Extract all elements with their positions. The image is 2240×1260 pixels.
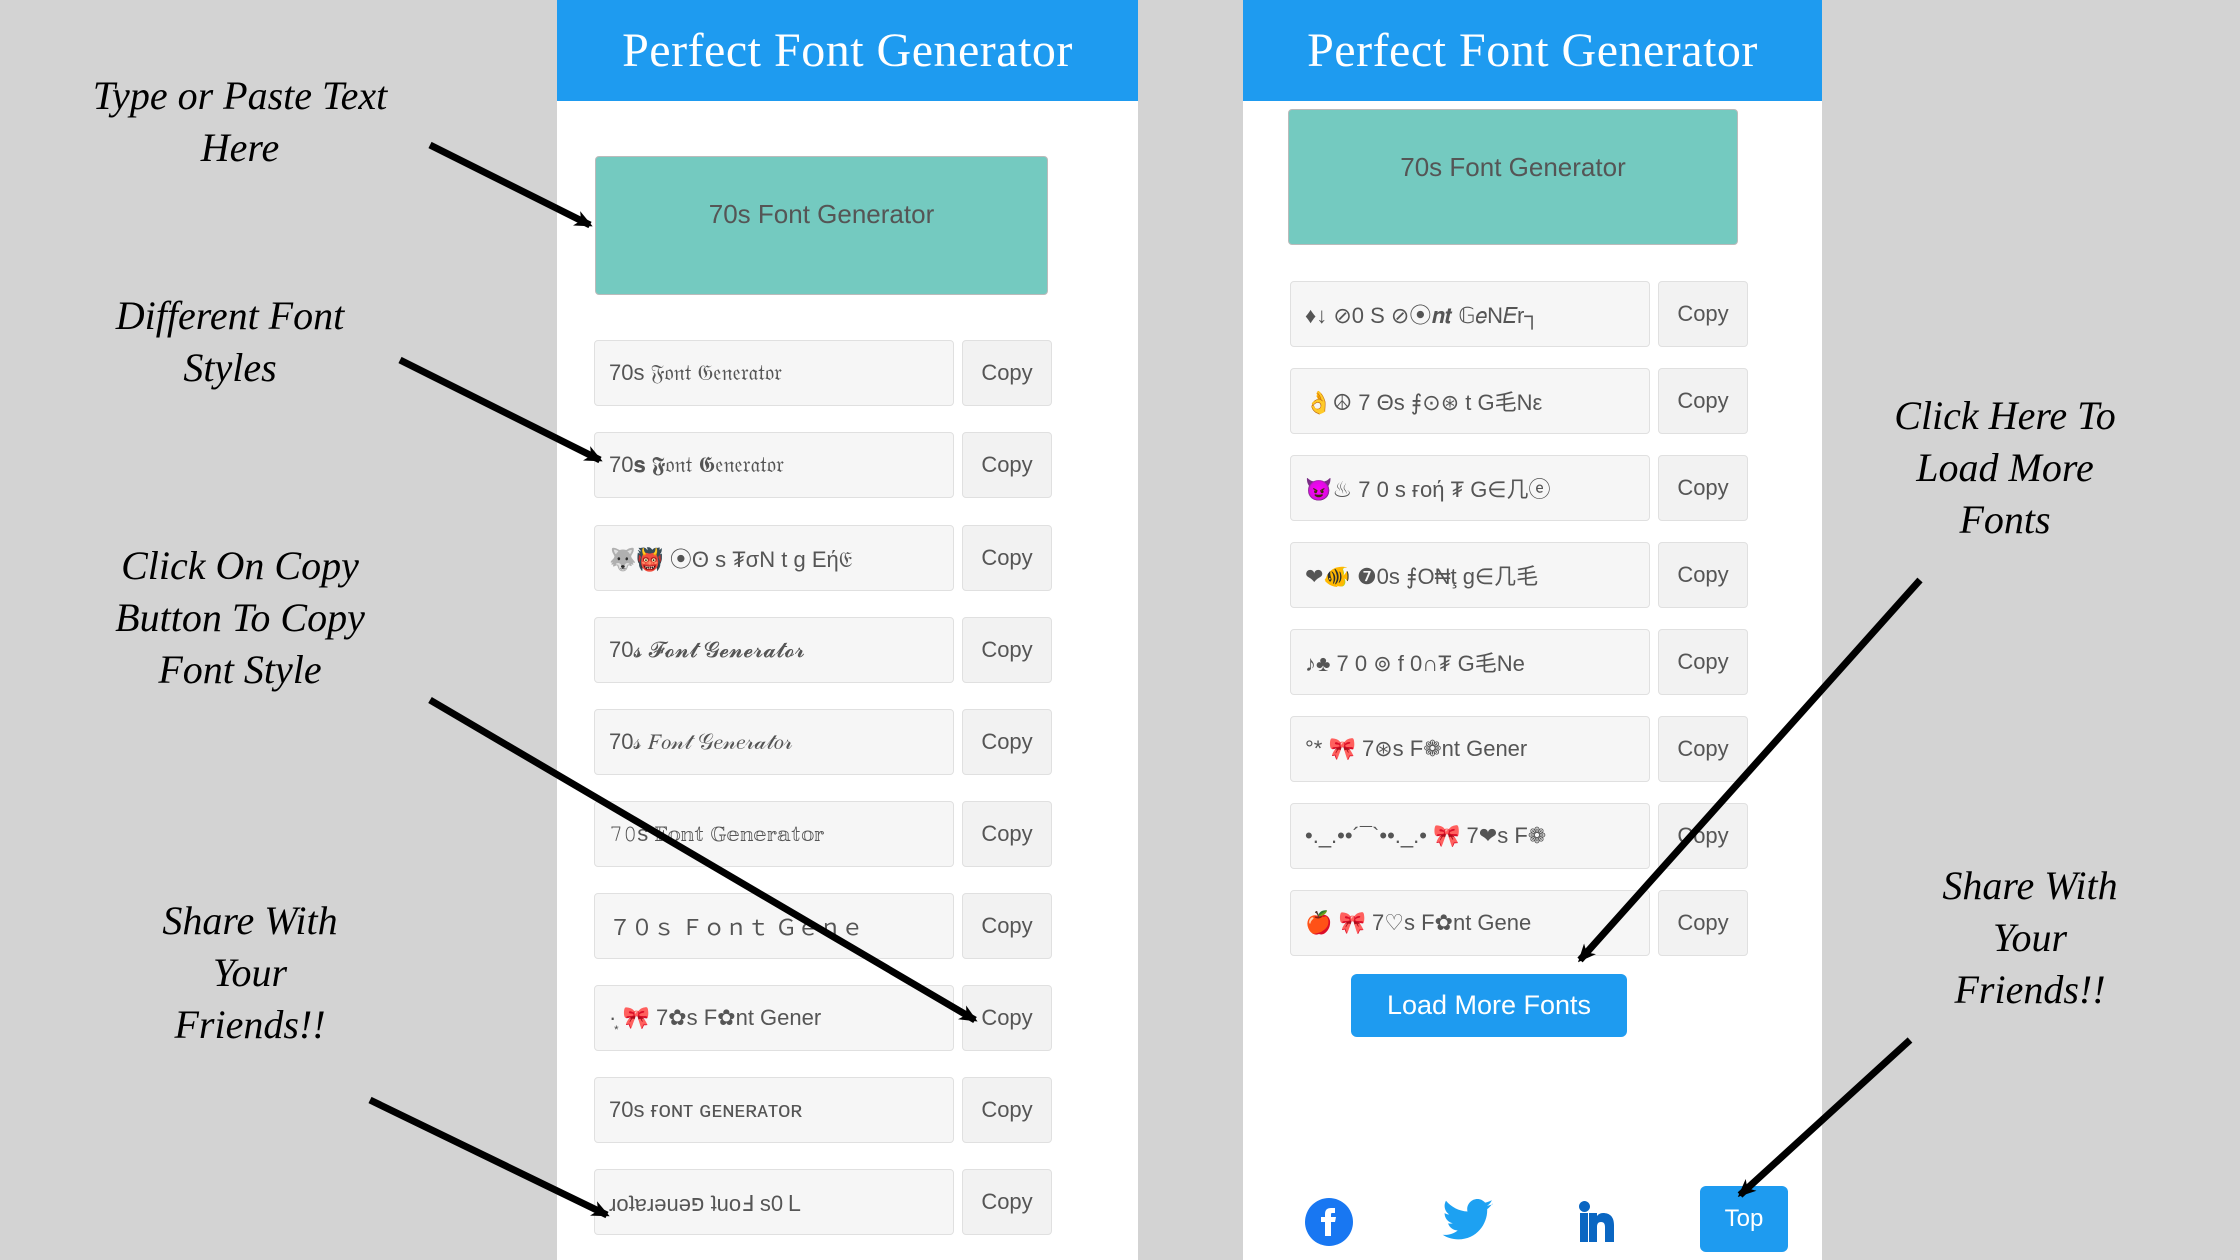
app-title: Perfect Font Generator: [557, 0, 1138, 101]
copy-button[interactable]: Copy: [1658, 368, 1748, 434]
copy-button[interactable]: Copy: [962, 985, 1052, 1051]
font-row: 𝟽𝟶s 𝔽𝕠𝕟𝕥 𝔾𝕖𝕟𝕖𝕣𝕒𝕥𝕠𝕣Copy: [594, 801, 1052, 867]
font-sample: 70s ғᴏɴᴛ ɢᴇɴᴇʀᴀᴛᴏʀ: [594, 1077, 954, 1143]
font-sample: 👌☮ 7 Θs ⨎⊙⊛ t G毛Nε: [1290, 368, 1650, 434]
load-more-button[interactable]: Load More Fonts: [1351, 974, 1627, 1037]
font-row: 70𝓼 𝓕𝓸𝓷𝓽 𝓖𝓮𝓷𝓮𝓻𝓪𝓽𝓸𝓻Copy: [594, 617, 1052, 683]
phone-right: Perfect Font Generator 70s Font Generato…: [1243, 0, 1822, 1260]
copy-button[interactable]: Copy: [1658, 629, 1748, 695]
copy-button[interactable]: Copy: [962, 801, 1052, 867]
copy-button[interactable]: Copy: [1658, 542, 1748, 608]
font-row: 70s 𝔉𝔬𝔫𝔱 𝔊𝔢𝔫𝔢𝔯𝔞𝔱𝔬𝔯Copy: [594, 340, 1052, 406]
copy-button[interactable]: Copy: [962, 340, 1052, 406]
social-share-bar: [1301, 1194, 1629, 1250]
copy-button[interactable]: Copy: [1658, 716, 1748, 782]
facebook-icon[interactable]: [1301, 1194, 1357, 1250]
font-row: ·͙ 🎀 7✿s F✿nt GenerCopy: [594, 985, 1052, 1051]
font-sample: ７０ｓ Ｆｏｎｔ Ｇｅｎｅ: [594, 893, 954, 959]
annotation-share-left: Share WithYourFriends!!: [100, 895, 400, 1051]
linkedin-icon[interactable]: [1573, 1194, 1629, 1250]
font-sample: 70𝓼 𝓕𝓸𝓷𝓽 𝓖𝓮𝓷𝓮𝓻𝓪𝓽𝓸𝓻: [594, 617, 954, 683]
copy-button[interactable]: Copy: [962, 709, 1052, 775]
twitter-icon[interactable]: [1437, 1194, 1493, 1250]
scroll-top-button[interactable]: Top: [1700, 1186, 1788, 1252]
font-sample: ❤🐠 ❼0s ⨎O₦ţ g∈几毛: [1290, 542, 1650, 608]
copy-button[interactable]: Copy: [962, 617, 1052, 683]
copy-button[interactable]: Copy: [962, 893, 1052, 959]
font-sample: 🐺👹 ⦿ʘ s ₮σN t g Eή𝔈: [594, 525, 954, 591]
phone-left: Perfect Font Generator 70s Font Generato…: [557, 0, 1138, 1260]
annotation-copy-button: Click On CopyButton To CopyFont Style: [60, 540, 420, 696]
copy-button[interactable]: Copy: [962, 1169, 1052, 1235]
font-row: 🍎 🎀 7♡s F✿nt GeneCopy: [1290, 890, 1748, 956]
font-sample: 70𝓈 𝐹𝑜𝓃𝓉 𝒢𝑒𝓃𝑒𝓇𝒶𝓉𝑜𝓇: [594, 709, 954, 775]
font-row: ７０ｓ Ｆｏｎｔ ＧｅｎｅCopy: [594, 893, 1052, 959]
font-row: ❤🐠 ❼0s ⨎O₦ţ g∈几毛Copy: [1290, 542, 1748, 608]
font-sample: ɹoʇɐɹǝuǝפ ʇuoℲ s0Ｌ: [594, 1169, 954, 1235]
annotation-font-styles: Different FontStyles: [80, 290, 380, 394]
annotation-load-more: Click Here ToLoad MoreFonts: [1840, 390, 2170, 546]
font-sample: 70𝐬 𝕱𝔬𝔫𝔱 𝕲𝔢𝔫𝔢𝔯𝔞𝔱𝔬𝔯: [594, 432, 954, 498]
font-sample: 😈♨ 7 0 s ғoή ₮ G∈几ⓔ: [1290, 455, 1650, 521]
font-row: °* 🎀 7⊛s F❁nt GenerCopy: [1290, 716, 1748, 782]
copy-button[interactable]: Copy: [1658, 281, 1748, 347]
copy-button[interactable]: Copy: [1658, 803, 1748, 869]
copy-button[interactable]: Copy: [1658, 890, 1748, 956]
font-sample: 🍎 🎀 7♡s F✿nt Gene: [1290, 890, 1650, 956]
copy-button[interactable]: Copy: [962, 525, 1052, 591]
font-sample: ♦↓ ⊘0 S ⊘⦿𝒏𝒕 𝔾𝑒N𝐸r┐: [1290, 281, 1650, 347]
font-row: 😈♨ 7 0 s ғoή ₮ G∈几ⓔCopy: [1290, 455, 1748, 521]
font-row: 70s ғᴏɴᴛ ɢᴇɴᴇʀᴀᴛᴏʀCopy: [594, 1077, 1052, 1143]
font-row: 👌☮ 7 Θs ⨎⊙⊛ t G毛NεCopy: [1290, 368, 1748, 434]
text-input[interactable]: 70s Font Generator: [1288, 109, 1738, 245]
copy-button[interactable]: Copy: [1658, 455, 1748, 521]
font-row: 70𝐬 𝕱𝔬𝔫𝔱 𝕲𝔢𝔫𝔢𝔯𝔞𝔱𝔬𝔯Copy: [594, 432, 1052, 498]
font-row: ♦↓ ⊘0 S ⊘⦿𝒏𝒕 𝔾𝑒N𝐸r┐Copy: [1290, 281, 1748, 347]
font-row: ♪♣ 7 0 ⊚ f 0∩₮ G毛NeCopy: [1290, 629, 1748, 695]
font-row: 🐺👹 ⦿ʘ s ₮σN t g Eή𝔈Copy: [594, 525, 1052, 591]
font-sample: ·͙ 🎀 7✿s F✿nt Gener: [594, 985, 954, 1051]
text-input[interactable]: 70s Font Generator: [595, 156, 1048, 295]
copy-button[interactable]: Copy: [962, 1077, 1052, 1143]
app-title: Perfect Font Generator: [1243, 0, 1822, 101]
font-sample: °* 🎀 7⊛s F❁nt Gener: [1290, 716, 1650, 782]
font-row: 70𝓈 𝐹𝑜𝓃𝓉 𝒢𝑒𝓃𝑒𝓇𝒶𝓉𝑜𝓇Copy: [594, 709, 1052, 775]
font-sample: 70s 𝔉𝔬𝔫𝔱 𝔊𝔢𝔫𝔢𝔯𝔞𝔱𝔬𝔯: [594, 340, 954, 406]
font-sample: ♪♣ 7 0 ⊚ f 0∩₮ G毛Ne: [1290, 629, 1650, 695]
input-value: 70s Font Generator: [1400, 152, 1625, 183]
font-row: •._.••´¯`••._.• 🎀 7❤s F❁Copy: [1290, 803, 1748, 869]
annotation-share-right: Share WithYourFriends!!: [1880, 860, 2180, 1016]
copy-button[interactable]: Copy: [962, 432, 1052, 498]
annotation-type-text: Type or Paste TextHere: [40, 70, 440, 174]
font-sample: 𝟽𝟶s 𝔽𝕠𝕟𝕥 𝔾𝕖𝕟𝕖𝕣𝕒𝕥𝕠𝕣: [594, 801, 954, 867]
input-value: 70s Font Generator: [709, 199, 934, 230]
font-row: ɹoʇɐɹǝuǝפ ʇuoℲ s0ＬCopy: [594, 1169, 1052, 1235]
font-sample: •._.••´¯`••._.• 🎀 7❤s F❁: [1290, 803, 1650, 869]
